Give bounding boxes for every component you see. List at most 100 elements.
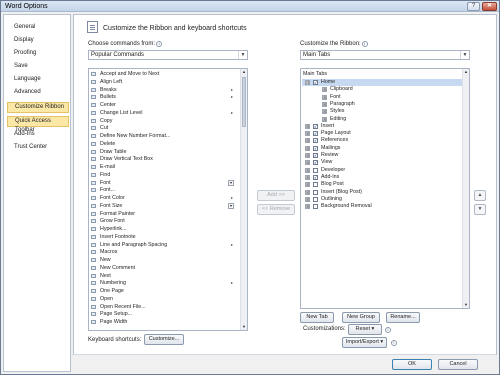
scroll-up-icon[interactable]: ▲: [463, 69, 469, 75]
tab-checkbox[interactable]: ✓: [313, 123, 318, 129]
ribbon-group-node[interactable]: ⊞ Styles: [302, 108, 462, 115]
reset-button[interactable]: Reset ▾: [348, 324, 382, 335]
new-group-button[interactable]: New Group: [342, 312, 380, 323]
tab-checkbox[interactable]: [313, 204, 318, 210]
command-item[interactable]: Draw Vertical Text Box: [89, 156, 241, 162]
tab-checkbox[interactable]: ✓: [313, 174, 318, 180]
move-up-button[interactable]: ▲: [474, 190, 486, 201]
ribbon-group-node[interactable]: ⊞ Clipboard: [302, 86, 462, 93]
command-item[interactable]: Format Painter: [89, 211, 241, 217]
sidebar-item[interactable]: Save: [7, 61, 69, 72]
scroll-up-icon[interactable]: ▲: [241, 69, 247, 75]
command-item[interactable]: Insert Footnote: [89, 234, 241, 240]
command-item[interactable]: One Page: [89, 288, 241, 294]
expander-icon[interactable]: ⊞: [305, 138, 310, 144]
ribbon-tab-node[interactable]: ⊞ ✓ Review: [302, 152, 462, 159]
command-item[interactable]: Page Width: [89, 319, 241, 325]
expander-icon[interactable]: ⊞: [322, 109, 327, 115]
sidebar-item[interactable]: Language: [7, 74, 69, 85]
ribbon-tab-node[interactable]: ⊞ ✓ Page Layout: [302, 130, 462, 137]
remove-button[interactable]: << Remove: [257, 204, 295, 215]
command-item[interactable]: Line and Paragraph Spacing ▸: [89, 242, 241, 248]
command-item[interactable]: Breaks ▸: [89, 87, 241, 93]
chevron-down-icon[interactable]: ▼: [460, 51, 469, 59]
command-item[interactable]: Font Size ▾: [89, 202, 241, 209]
command-item[interactable]: Cut: [89, 125, 241, 131]
ribbon-tab-node[interactable]: ⊞ ✓ Add-Ins: [302, 174, 462, 181]
ribbon-tab-node[interactable]: ⊞ Blog Post: [302, 181, 462, 188]
command-item[interactable]: Change List Level ▸: [89, 110, 241, 116]
command-item[interactable]: Next: [89, 273, 241, 279]
command-item[interactable]: Open Recent File...: [89, 304, 241, 310]
import-export-button[interactable]: Import/Export ▾: [342, 337, 387, 348]
tree-scrollbar[interactable]: ▲ ▼: [462, 69, 469, 308]
command-item[interactable]: Define New Number Format...: [89, 133, 241, 139]
expander-icon[interactable]: ⊞: [305, 204, 310, 210]
command-item[interactable]: E-mail: [89, 164, 241, 170]
chevron-down-icon[interactable]: ▼: [238, 51, 247, 59]
choose-commands-dropdown[interactable]: Popular Commands ▼: [88, 50, 248, 60]
expander-icon[interactable]: ⊞: [305, 153, 310, 158]
command-item[interactable]: New: [89, 257, 241, 263]
sidebar-item[interactable]: General: [7, 22, 69, 33]
expander-icon[interactable]: ⊞: [305, 174, 310, 180]
command-item[interactable]: Grow Font: [89, 218, 241, 224]
command-item[interactable]: Hyperlink...: [89, 226, 241, 232]
expander-icon[interactable]: ⊞: [305, 160, 310, 166]
tab-checkbox[interactable]: [313, 167, 318, 173]
command-item[interactable]: Delete: [89, 141, 241, 147]
command-item[interactable]: New Comment: [89, 265, 241, 271]
expander-icon[interactable]: ⊞: [322, 94, 327, 100]
expander-icon[interactable]: ⊞: [322, 116, 327, 122]
tab-checkbox[interactable]: ✓: [313, 80, 318, 85]
customize-ribbon-dropdown[interactable]: Main Tabs ▼: [300, 50, 470, 60]
cancel-button[interactable]: Cancel: [438, 359, 478, 370]
ribbon-tab-node[interactable]: ⊞ Outlining: [302, 196, 462, 203]
sidebar-item[interactable]: Customize Ribbon: [7, 102, 69, 113]
command-item[interactable]: Bullets ▸: [89, 94, 241, 100]
ribbon-tab-node[interactable]: ⊞ ✓ Insert: [302, 123, 462, 130]
scroll-down-icon[interactable]: ▼: [241, 324, 247, 330]
add-button[interactable]: Add >>: [257, 190, 295, 201]
command-item[interactable]: Macros: [89, 249, 241, 255]
ribbon-tab-node[interactable]: ⊞ ✓ View: [302, 159, 462, 166]
scroll-thumb[interactable]: [242, 77, 246, 127]
expander-icon[interactable]: ⊞: [322, 87, 327, 93]
sidebar-item[interactable]: Advanced: [7, 87, 69, 98]
ribbon-tab-node[interactable]: ⊞ Background Removal: [302, 203, 462, 210]
expander-icon[interactable]: ⊞: [322, 101, 327, 107]
command-item[interactable]: Accept and Move to Next: [89, 71, 241, 77]
ribbon-tab-node[interactable]: ⊟ ✓ Home: [302, 79, 462, 86]
ribbon-group-node[interactable]: ⊞ Editing: [302, 116, 462, 123]
tab-checkbox[interactable]: [313, 182, 318, 188]
sidebar-item[interactable]: Display: [7, 35, 69, 46]
ribbon-group-node[interactable]: ⊞ Paragraph: [302, 101, 462, 108]
expander-icon[interactable]: ⊟: [305, 80, 310, 85]
tab-checkbox[interactable]: ✓: [313, 153, 318, 158]
customize-shortcuts-button[interactable]: Customize...: [144, 334, 184, 345]
sidebar-item[interactable]: Add-Ins: [7, 129, 69, 140]
tab-checkbox[interactable]: ✓: [313, 145, 318, 151]
ok-button[interactable]: OK: [392, 359, 432, 370]
command-item[interactable]: Font ▾: [89, 179, 241, 186]
tab-checkbox[interactable]: ✓: [313, 160, 318, 166]
sidebar-item[interactable]: Quick Access Toolbar: [7, 116, 69, 133]
tab-checkbox[interactable]: ✓: [313, 138, 318, 144]
command-item[interactable]: Numbering ▸: [89, 280, 241, 286]
tab-checkbox[interactable]: ✓: [313, 131, 318, 137]
tab-checkbox[interactable]: [313, 189, 318, 195]
sidebar-item[interactable]: Trust Center: [7, 142, 69, 153]
ribbon-tab-node[interactable]: ⊞ Developer: [302, 167, 462, 174]
expander-icon[interactable]: ⊞: [305, 189, 310, 195]
commands-scrollbar[interactable]: ▲ ▼: [240, 69, 247, 330]
sidebar-item[interactable]: Proofing: [7, 48, 69, 59]
expander-icon[interactable]: ⊞: [305, 196, 310, 202]
new-tab-button[interactable]: New Tab: [300, 312, 334, 323]
ribbon-tabs-tree[interactable]: Main Tabs ▲ ▼ ⊟ ✓ Home ⊞ Clipboard ⊞ Font ⊞ Para…: [300, 68, 470, 309]
expander-icon[interactable]: ⊞: [305, 123, 310, 129]
tab-checkbox[interactable]: [313, 196, 318, 202]
expander-icon[interactable]: ⊞: [305, 182, 310, 188]
move-down-button[interactable]: ▼: [474, 204, 486, 215]
expander-icon[interactable]: ⊞: [305, 145, 310, 151]
expander-icon[interactable]: ⊞: [305, 167, 310, 173]
